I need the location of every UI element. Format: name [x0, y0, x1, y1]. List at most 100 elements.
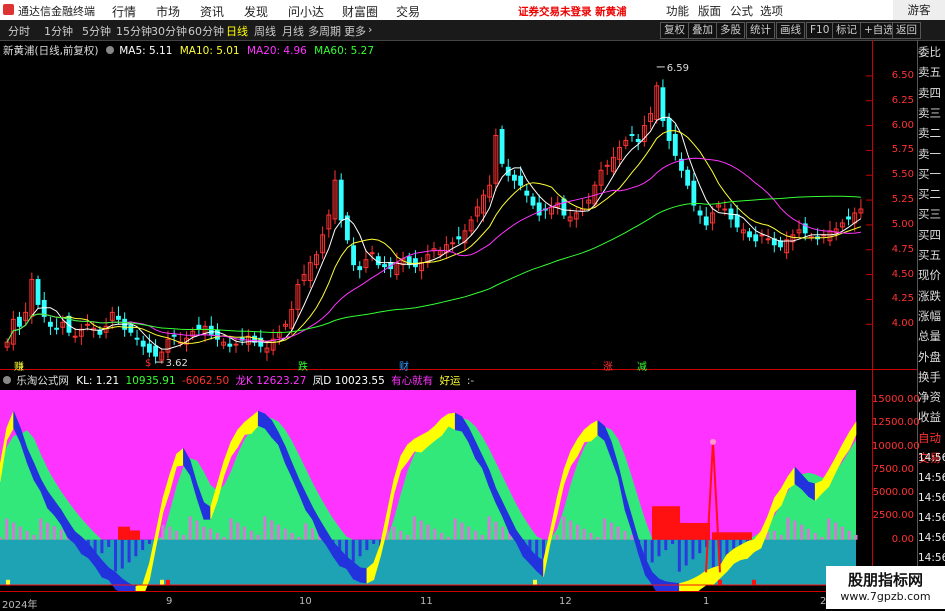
signal-pillar [752, 579, 756, 585]
menu-trade[interactable]: 交易 [396, 3, 420, 20]
watermark-url: www.7gpzb.com [840, 590, 931, 603]
quote-field-8: 买三 [918, 207, 941, 222]
menu-market[interactable]: 市场 [156, 3, 180, 20]
candle-body [196, 324, 202, 330]
candle-body [561, 198, 567, 216]
candle-body [351, 245, 356, 266]
histogram-bar-up [569, 520, 573, 540]
quote-field-17: 净资 [918, 390, 941, 405]
period-5min[interactable]: 5分钟 [82, 23, 111, 39]
stats-button[interactable]: 统计 [746, 22, 775, 39]
candle-body [140, 340, 146, 347]
multi-stock-button[interactable]: 多股 [716, 22, 745, 39]
quote-field-0: 委比 [918, 45, 941, 59]
menu-formula[interactable]: 公式 [730, 3, 753, 19]
indicator-y-tick: 0.00 [891, 533, 914, 545]
histogram-bar-up [256, 534, 260, 540]
indicator-y-tick: 2500.00 [872, 510, 914, 522]
candle-body [499, 129, 505, 164]
legend-toggle-icon[interactable] [105, 46, 114, 54]
histogram-bar-up [270, 520, 274, 540]
quote-field-19[interactable]: 自动 [918, 430, 945, 446]
signal-pillar [166, 579, 170, 585]
pane-divider [0, 369, 918, 370]
candle-body [536, 202, 542, 216]
histogram-bar-up [494, 521, 498, 540]
period-more[interactable]: 更多 [344, 23, 366, 39]
feng-d-value: 10023.55 [334, 375, 385, 387]
histogram-bar-up [215, 532, 219, 540]
quote-field-12: 涨跌 [918, 288, 941, 303]
indicator-kl: KL: 1.21 [76, 375, 120, 387]
candle-body [765, 238, 771, 241]
histogram-bar-up [582, 528, 586, 540]
histogram-bar-up [168, 526, 172, 540]
menu-ask[interactable]: 问小达 [288, 3, 324, 20]
period-1min[interactable]: 1分钟 [44, 23, 73, 39]
histogram-bar-up [175, 530, 179, 540]
histogram-bar-up [555, 534, 559, 540]
period-daily[interactable]: 日线 [226, 23, 248, 39]
quote-field-9: 买四 [918, 227, 941, 242]
histogram-bar-down [664, 539, 668, 551]
indicator-y-tick: 10000.00 [872, 440, 920, 452]
quote-field-2: 卖四 [918, 85, 941, 100]
overlay-button[interactable]: 叠加 [688, 22, 717, 39]
histogram-bar-up [501, 526, 505, 540]
menu-options[interactable]: 选项 [760, 3, 783, 19]
period-15min[interactable]: 15分钟 [116, 23, 152, 39]
back-button[interactable]: 返回 [892, 22, 921, 39]
candle-body [134, 337, 140, 340]
quote-field-18: 收益 [918, 410, 941, 425]
histogram-bar-up [181, 534, 185, 540]
period-monthly[interactable]: 月线 [282, 23, 304, 39]
draw-line-button[interactable]: 画线 [776, 22, 805, 39]
watermark-title: 股朋指标网 [847, 571, 923, 589]
candle-body [604, 164, 610, 167]
period-multi[interactable]: 多周期 [308, 23, 341, 39]
histogram-bar-up [209, 528, 213, 540]
f10-button[interactable]: F10 [806, 22, 834, 39]
period-30min[interactable]: 30分钟 [151, 23, 187, 39]
period-60min[interactable]: 60分钟 [188, 23, 224, 39]
menu-layout[interactable]: 版面 [698, 3, 721, 19]
menu-quotes[interactable]: 行情 [112, 3, 136, 20]
histogram-bar-up [161, 525, 165, 540]
adjust-button[interactable]: 复权 [660, 22, 689, 39]
period-tick[interactable]: 分时 [8, 23, 30, 39]
quote-field-6: 买一 [918, 166, 941, 181]
histogram-bar-up [840, 526, 844, 540]
menu-news[interactable]: 资讯 [200, 3, 224, 20]
menu-functions[interactable]: 功能 [666, 3, 689, 19]
histogram-bar-down [134, 539, 138, 557]
more-chevron-icon[interactable]: › [368, 23, 372, 36]
period-weekly[interactable]: 周线 [254, 23, 276, 39]
app-logo-icon [3, 4, 14, 15]
histogram-bar-down [711, 539, 715, 568]
quote-field-14: 总量 [918, 329, 941, 344]
histogram-bar-up [290, 532, 294, 540]
histogram-bar-up [480, 534, 484, 540]
candle-body [734, 214, 740, 228]
candle-body [697, 210, 703, 216]
guest-button[interactable]: 游客 [893, 0, 945, 20]
histogram-bar-up [616, 526, 620, 540]
menu-discover[interactable]: 发现 [244, 3, 268, 20]
histogram-bar-up [277, 524, 281, 540]
mark-button[interactable]: 标记 [832, 22, 861, 39]
histogram-bar-up [772, 530, 776, 540]
indicator-toggle-icon[interactable] [3, 376, 11, 384]
menu-wealth-circle[interactable]: 财富圈 [342, 3, 378, 20]
red-volume-block [680, 522, 710, 540]
feng-d-label: 凤D [312, 375, 332, 387]
long-k-label: 龙K [235, 375, 253, 387]
kline-y-tick: 5.50 [891, 169, 914, 181]
candle-body [703, 216, 709, 226]
trade-time-5: 14:56 [918, 552, 945, 564]
candle-body [208, 325, 214, 335]
histogram-bar-up [195, 520, 199, 540]
candle-body [227, 343, 233, 347]
kline-chart[interactable]: 6.59 3.62 [0, 56, 872, 369]
histogram-bar-up [793, 520, 797, 540]
indicator-chart[interactable] [0, 386, 872, 591]
